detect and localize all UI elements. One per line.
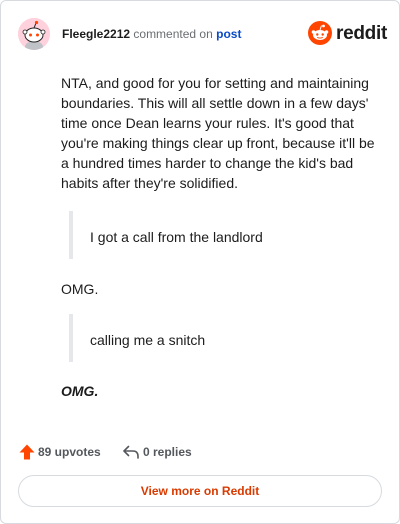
reply-arrow-icon[interactable] <box>122 444 140 460</box>
username-link[interactable]: Fleegle2212 <box>62 27 130 41</box>
snoo-avatar-icon[interactable] <box>18 18 50 50</box>
reddit-logo[interactable]: reddit <box>308 21 387 47</box>
reddit-comment-embed: Fleegle2212 commented on post reddit NTA… <box>0 0 400 524</box>
comment-header: Fleegle2212 commented on post reddit <box>18 18 387 50</box>
commented-on-label: commented on <box>133 27 213 41</box>
quote-text: I got a call from the landlord <box>90 229 263 245</box>
upvote-arrow-icon[interactable] <box>18 443 36 461</box>
quote-text: calling me a snitch <box>90 332 206 348</box>
comment-footer: 89 upvotes 0 replies <box>18 442 378 462</box>
comment-reply-text: OMG. <box>61 281 99 297</box>
comment-byline: Fleegle2212 commented on post <box>62 27 241 41</box>
blockquote: calling me a snitch <box>69 314 373 362</box>
upvote-count: 89 upvotes <box>38 445 101 459</box>
comment-paragraph: NTA, and good for you for setting and ma… <box>61 75 375 191</box>
blockquote: I got a call from the landlord <box>69 211 373 259</box>
post-link[interactable]: post <box>216 27 241 41</box>
reddit-logo-icon <box>308 21 332 45</box>
comment-reply-text-emphasis: OMG. <box>61 383 99 399</box>
reply-count[interactable]: 0 replies <box>143 445 192 459</box>
reddit-wordmark: reddit <box>336 23 387 44</box>
view-more-button[interactable]: View more on Reddit <box>18 475 382 507</box>
